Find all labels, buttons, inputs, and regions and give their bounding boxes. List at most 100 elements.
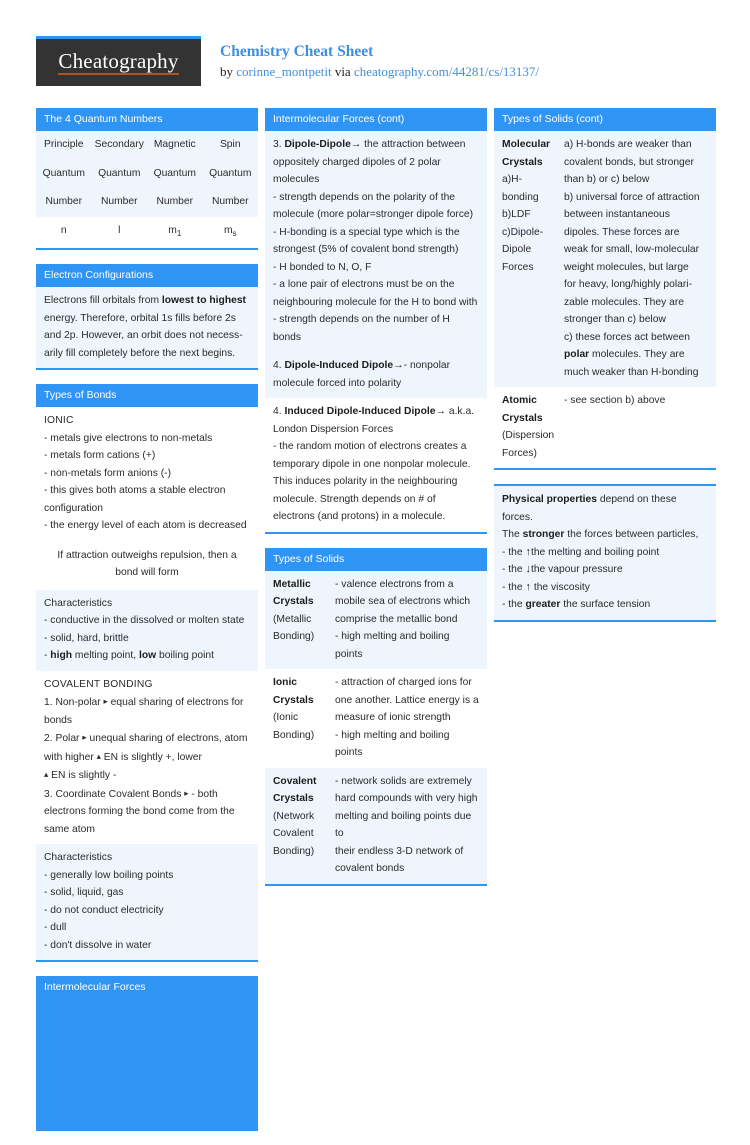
arrow-right-icon: → <box>393 359 404 371</box>
physical-properties-block: Physical properties depend on these forc… <box>494 484 716 620</box>
ionic-line: - non-metals form anions (-) <box>44 467 172 479</box>
imf-item-4a-heading: 4. Dipole-Induced Dipole→- nonpolar mole… <box>273 359 451 389</box>
author-link[interactable]: corinne_montpetit <box>236 64 331 79</box>
electron-config-body: Electrons fill orbitals from lowest to h… <box>36 287 258 369</box>
covalent-characteristics-block: Characteristics - generally low boiling … <box>36 844 258 961</box>
column-3: Types of Solids (cont) Molecular Crystal… <box>494 108 716 636</box>
table-row: Covalent Crystals (Network Covalent Bond… <box>265 767 487 884</box>
physical-line-2: The stronger the forces between particle… <box>502 529 699 540</box>
text-bold: lowest to highest <box>161 295 246 307</box>
characteristics-line: - don't dissolve in water <box>44 939 152 951</box>
card-title-types-of-bonds: Types of Bonds <box>36 384 258 408</box>
page-header: Cheatography Chemistry Cheat Sheet by co… <box>0 0 750 100</box>
ionic-heading: IONIC <box>44 415 74 427</box>
characteristics-line: - generally low boiling points <box>44 869 174 881</box>
card-title-electron-configurations: Electron Configurations <box>36 264 258 288</box>
characteristics-line: - solid, liquid, gas <box>44 887 124 899</box>
solid-type-label: Covalent Crystals (Network Covalent Bond… <box>273 775 317 857</box>
cheatography-logo[interactable]: Cheatography <box>36 36 201 86</box>
qcell: Number <box>36 188 92 217</box>
characteristics-heading: Characteristics <box>44 597 113 609</box>
characteristics-heading: Characteristics <box>44 852 113 864</box>
solid-type-description: - network solids are extremely hard comp… <box>335 775 478 875</box>
imf-item-4a: 4. Dipole-Induced Dipole→- nonpolar mole… <box>265 352 487 398</box>
covalent-line-3: 3. Coordinate Covalent Bonds ▸ - both el… <box>44 787 235 835</box>
qcell-symbol: n <box>36 216 92 249</box>
table-row-values: n l m1 ms <box>36 216 258 249</box>
table-row: Ionic Crystals (Ionic Bonding) - attract… <box>265 669 487 768</box>
qcell: Principle <box>36 131 92 160</box>
characteristics-line-bold: - high melting point, low boiling point <box>44 650 214 662</box>
table-row-header-1: Principle Secondary Magnetic Spin <box>36 131 258 160</box>
qcell: Number <box>91 188 147 217</box>
solid-type-label: Metallic Crystals (Metallic Bonding) <box>273 578 315 643</box>
ionic-line: - metals give electrons to non-metals <box>44 432 213 444</box>
qcell: Spin <box>202 131 258 160</box>
arrow-right-icon: → <box>350 138 362 150</box>
card-electron-configurations: Electron Configurations Electrons fill o… <box>36 264 258 371</box>
solid-type-label: Ionic Crystals (Ionic Bonding) <box>273 677 315 741</box>
card-quantum-numbers: The 4 Quantum Numbers Principle Secondar… <box>36 108 258 251</box>
ionic-characteristics-block: Characteristics - conductive in the diss… <box>36 589 258 671</box>
covalent-line-1: 1. Non-polar ▸ equal sharing of electron… <box>44 696 244 726</box>
solid-type-description: - attraction of charged ions for one ano… <box>335 677 479 758</box>
qcell-symbol: l <box>91 216 147 249</box>
characteristics-line: - do not conduct electricity <box>44 904 164 916</box>
physical-bullet: - the ↑the melting and boiling point <box>502 545 660 558</box>
text: Electrons fill orbitals from <box>44 295 162 307</box>
characteristics-line: - solid, hard, brittle <box>44 632 129 644</box>
arrow-right-icon: → <box>435 405 446 417</box>
solid-type-label: Molecular Crystals a)H- bonding b)LDF c)… <box>502 139 551 273</box>
table-row-header-2: Quantum Quantum Quantum Quantum <box>36 159 258 188</box>
qcell: Quantum <box>147 159 203 188</box>
byline-via: via <box>331 64 354 79</box>
physical-bullet: - the ↓the vapour pressure <box>502 563 623 575</box>
solid-type-description: - valence electrons from a mobile sea of… <box>335 578 471 660</box>
card-intermolecular-forces-cont: Intermolecular Forces (cont) 3. Dipole-D… <box>265 108 487 534</box>
byline-prefix: by <box>220 64 237 79</box>
solid-type-description: - see section b) above <box>564 395 666 406</box>
covalent-line-2: 2. Polar ▸ unequal sharing of electrons,… <box>44 732 248 763</box>
card-types-of-solids: Types of Solids Metallic Crystals (Metal… <box>265 547 487 886</box>
column-1: The 4 Quantum Numbers Principle Secondar… <box>36 108 258 1145</box>
source-url-link[interactable]: cheatography.com/44281/cs/13137/ <box>354 64 539 79</box>
qcell: Secondary <box>91 131 147 160</box>
imf-item-3-heading: 3. Dipole-Dipole→ the attraction between… <box>273 138 466 185</box>
imf-bullet: - strength depends on the number of H bo… <box>273 314 450 343</box>
qcell: Quantum <box>91 159 147 188</box>
qcell: Quantum <box>36 159 92 188</box>
imf-bullet: - H-bonding is a special type which is t… <box>273 226 460 256</box>
covalent-heading: COVALENT BONDING <box>44 678 153 690</box>
ionic-line: - the energy level of each atom is decre… <box>44 520 247 532</box>
qcell: Magnetic <box>147 131 203 160</box>
quantum-numbers-table: Principle Secondary Magnetic Spin Quantu… <box>36 131 258 249</box>
table-row: Metallic Crystals (Metallic Bonding) - v… <box>265 570 487 669</box>
imf-item-4b: 4. Induced Dipole-Induced Dipole→ a.k.a.… <box>265 398 487 532</box>
characteristics-line: - conductive in the dissolved or molten … <box>44 615 245 627</box>
ionic-block: IONIC - metals give electrons to non-met… <box>36 407 258 541</box>
card-physical-properties: Physical properties depend on these forc… <box>494 484 716 622</box>
physical-bullet-last: - the greater the surface tension <box>502 599 651 610</box>
bond-note: If attraction outweighs repulsion, then … <box>36 540 258 590</box>
imf-item-3: 3. Dipole-Dipole→ the attraction between… <box>265 131 487 352</box>
imf-item-4b-heading: 4. Induced Dipole-Induced Dipole→ a.k.a.… <box>273 405 475 435</box>
qcell-symbol: m1 <box>147 216 203 249</box>
text: energy. Therefore, orbital 1s fills befo… <box>44 312 243 359</box>
solid-type-description: a) H-bonds are weaker than covalent bond… <box>564 139 700 378</box>
characteristics-line: - dull <box>44 922 67 934</box>
imf-bullet: - H bonded to N, O, F <box>273 261 372 273</box>
card-title-quantum-numbers: The 4 Quantum Numbers <box>36 108 258 131</box>
page-title: Chemistry Cheat Sheet <box>220 43 374 60</box>
physical-bullet: - the ↑ the viscosity <box>502 580 590 593</box>
column-2: Intermolecular Forces (cont) 3. Dipole-D… <box>265 108 487 900</box>
byline: by corinne_montpetit via cheatography.co… <box>220 62 539 81</box>
title-block: Chemistry Cheat Sheet by corinne_montpet… <box>220 42 539 81</box>
imf-item-4b-body: - the random motion of electrons creates… <box>273 441 471 522</box>
logo-text: Cheatography <box>58 48 179 75</box>
table-row: Molecular Crystals a)H- bonding b)LDF c)… <box>494 131 716 387</box>
card-intermolecular-forces: Intermolecular Forces <box>36 976 258 1132</box>
imf-bullet: - a lone pair of electrons must be on th… <box>273 279 478 308</box>
covalent-line-2b: ▴ EN is slightly - <box>44 769 117 782</box>
card-types-of-solids-cont: Types of Solids (cont) Molecular Crystal… <box>494 108 716 470</box>
qcell: Number <box>202 188 258 217</box>
